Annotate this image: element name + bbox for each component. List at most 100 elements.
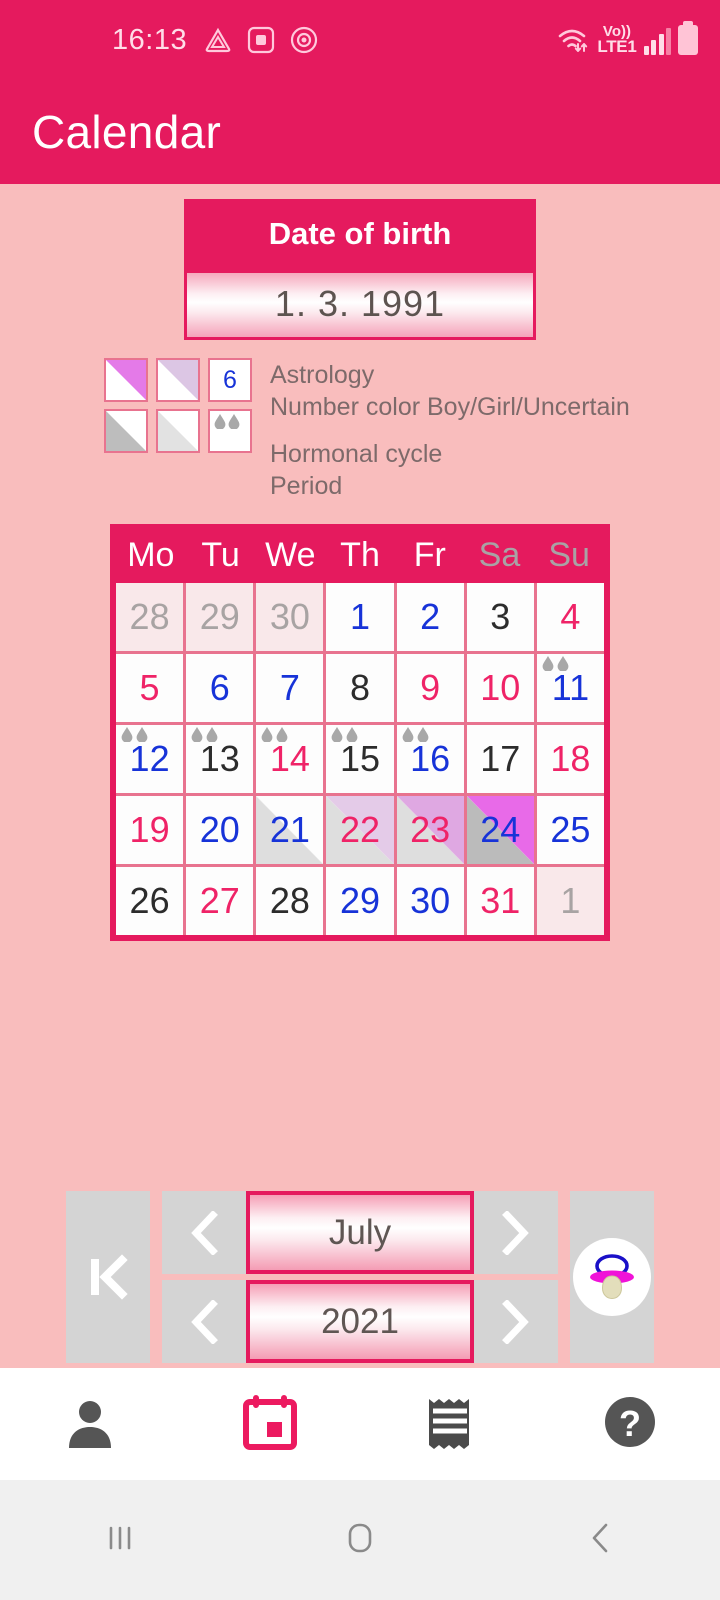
calendar-day-cell[interactable]: 16 <box>396 725 464 793</box>
date-of-birth-section: Date of birth 1. 3. 1991 <box>184 184 536 340</box>
recents-icon <box>102 1520 138 1561</box>
home-button[interactable] <box>240 1518 480 1563</box>
calendar-week-row: 26 27 28 29 30 31 1 <box>116 867 604 935</box>
pacifier-icon <box>573 1238 651 1316</box>
calendar-day-cell[interactable]: 25 <box>536 796 604 864</box>
calendar-day-number: 17 <box>480 738 521 779</box>
calendar-week-row: 5 6 7 8 9 10 11 <box>116 654 604 722</box>
calendar-week-row: 12 13 14 15 16 17 18 <box>116 725 604 793</box>
triangle-app-icon <box>203 25 233 55</box>
calendar-day-cell[interactable]: 30 <box>396 867 464 935</box>
year-display[interactable]: 2021 <box>246 1280 474 1363</box>
calendar-day-cell[interactable]: 21 <box>256 796 324 864</box>
calendar-weekday-tu: Tu <box>201 536 240 574</box>
calendar-day-cell[interactable]: 26 <box>116 867 184 935</box>
status-bar-clock: 16:13 <box>112 23 188 56</box>
calendar-day-cell[interactable]: 5 <box>116 654 184 722</box>
back-button[interactable] <box>480 1518 720 1563</box>
calendar-day-number: 28 <box>269 880 310 921</box>
calendar-day-cell[interactable]: 1 <box>536 867 604 935</box>
calendar-day-cell[interactable]: 15 <box>326 725 394 793</box>
previous-year-button[interactable] <box>162 1280 246 1363</box>
calendar-day-cell[interactable]: 28 <box>116 583 184 651</box>
calendar-day-cell[interactable]: 23 <box>396 796 464 864</box>
calendar-day-cell[interactable]: 24 <box>466 796 534 864</box>
calendar-grid: Mo Tu We Th Fr Sa Su 28 29 30 1 2 3 4 5 6 7 8 9 10 11 12 13 14… <box>110 524 610 941</box>
calendar-day-number: 8 <box>349 667 370 708</box>
next-year-button[interactable] <box>474 1280 558 1363</box>
main-content: Date of birth 1. 3. 1991 6 Astrology Num… <box>0 184 720 1368</box>
calendar-day-cell[interactable]: 4 <box>536 583 604 651</box>
calendar-day-cell[interactable]: 18 <box>536 725 604 793</box>
status-bar-notification-icons <box>203 25 319 55</box>
calendar-day-cell[interactable]: 29 <box>186 583 254 651</box>
period-droplets-icon <box>331 727 358 742</box>
tab-calendar[interactable] <box>180 1394 360 1455</box>
calendar-day-cell[interactable]: 29 <box>326 867 394 935</box>
legend-swatch-astrology-strong <box>104 358 148 402</box>
year-selector-row: 2021 <box>162 1280 558 1363</box>
svg-text:?: ? <box>619 1403 641 1444</box>
calendar-day-cell[interactable]: 14 <box>256 725 324 793</box>
calendar-day-cell[interactable]: 8 <box>326 654 394 722</box>
calendar-day-number: 28 <box>129 596 170 637</box>
calendar-day-cell[interactable]: 19 <box>116 796 184 864</box>
calendar-weekday-header: Mo Tu We Th Fr Sa Su <box>116 530 604 583</box>
volte-indicator: Vo)) LTE1 <box>597 24 637 57</box>
previous-month-button[interactable] <box>162 1191 246 1274</box>
app-header: Calendar <box>0 80 720 184</box>
calendar-day-cell[interactable]: 3 <box>466 583 534 651</box>
calendar-day-number: 7 <box>279 667 300 708</box>
calendar-day-cell[interactable]: 11 <box>536 654 604 722</box>
calendar-day-cell[interactable]: 7 <box>256 654 324 722</box>
calendar-day-number: 16 <box>410 738 451 779</box>
calendar-day-cell[interactable]: 22 <box>326 796 394 864</box>
month-year-selectors: July 2021 <box>162 1191 558 1363</box>
recents-button[interactable] <box>0 1520 240 1561</box>
volte-bottom-label: LTE1 <box>597 37 637 57</box>
calendar-day-cell[interactable]: 1 <box>326 583 394 651</box>
calendar-day-cell[interactable]: 31 <box>466 867 534 935</box>
period-droplets-icon <box>542 656 569 671</box>
legend-hormonal-title: Hormonal cycle <box>270 440 443 468</box>
calendar-day-number: 25 <box>550 809 591 850</box>
calendar-day-cell[interactable]: 12 <box>116 725 184 793</box>
calendar-day-cell[interactable]: 13 <box>186 725 254 793</box>
period-droplets-icon <box>261 727 288 742</box>
calendar-day-number: 21 <box>269 809 310 850</box>
calendar-day-number: 29 <box>339 880 381 921</box>
calendar-day-number: 6 <box>209 667 230 708</box>
calendar-day-number: 23 <box>410 809 451 850</box>
legend-swatch-number-color: 6 <box>208 358 252 402</box>
go-to-first-button[interactable] <box>66 1191 150 1363</box>
calendar-day-number: 30 <box>269 596 310 637</box>
legend-astrology-subtitle: Number color Boy/Girl/Uncertain <box>270 392 630 421</box>
legend-swatch-hormonal-weak <box>156 409 200 453</box>
calendar-day-cell[interactable]: 10 <box>466 654 534 722</box>
month-display[interactable]: July <box>246 1191 474 1274</box>
calendar-day-number: 30 <box>410 880 451 921</box>
legend-swatch-hormonal-strong <box>104 409 148 453</box>
baby-mode-button[interactable] <box>570 1191 654 1363</box>
receipt-icon <box>426 1394 474 1455</box>
calendar-week-row: 19 20 21 22 23 24 25 <box>116 796 604 864</box>
calendar-day-cell[interactable]: 27 <box>186 867 254 935</box>
calendar-day-cell[interactable]: 2 <box>396 583 464 651</box>
month-selector-row: July <box>162 1191 558 1274</box>
calendar-day-cell[interactable]: 17 <box>466 725 534 793</box>
tab-profile[interactable] <box>0 1396 180 1453</box>
date-of-birth-field[interactable]: 1. 3. 1991 <box>184 270 536 340</box>
calendar-day-cell[interactable]: 28 <box>256 867 324 935</box>
calendar-days-body: 28 29 30 1 2 3 4 5 6 7 8 9 10 11 12 13 14 15 16 17 18 19 20 21 2… <box>116 583 604 935</box>
calendar-day-cell[interactable]: 20 <box>186 796 254 864</box>
calendar-day-cell[interactable]: 30 <box>256 583 324 651</box>
calendar-day-cell[interactable]: 9 <box>396 654 464 722</box>
calendar-day-cell[interactable]: 6 <box>186 654 254 722</box>
tab-help[interactable]: ? <box>540 1395 720 1454</box>
calendar-day-number: 27 <box>199 880 240 921</box>
android-navigation-bar <box>0 1480 720 1600</box>
legend-swatch-row-astrology: 6 <box>104 358 252 402</box>
tab-list[interactable] <box>360 1394 540 1455</box>
calendar-icon <box>243 1394 297 1455</box>
next-month-button[interactable] <box>474 1191 558 1274</box>
